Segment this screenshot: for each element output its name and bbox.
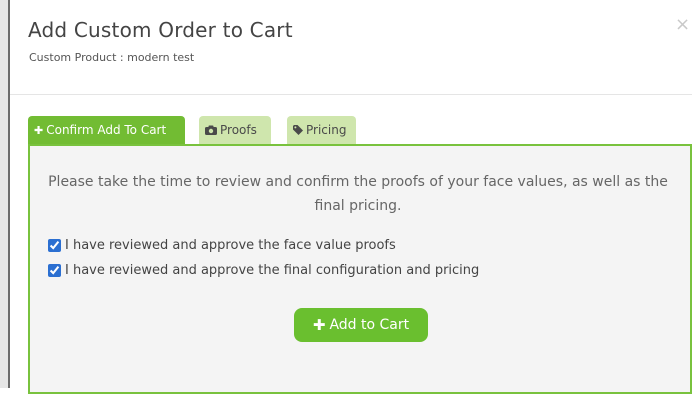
tab-label: Proofs (220, 123, 257, 137)
approve-pricing-label: I have reviewed and approve the final co… (65, 263, 480, 278)
add-to-cart-label: Add to Cart (329, 317, 410, 333)
tag-icon (293, 117, 303, 145)
approve-proofs-label: I have reviewed and approve the face val… (65, 238, 396, 253)
tab-proofs[interactable]: Proofs (199, 116, 271, 144)
approve-pricing-checkbox[interactable] (48, 264, 61, 277)
approve-proofs-checkbox[interactable] (48, 239, 61, 252)
tab-pricing[interactable]: Pricing (287, 116, 356, 144)
plus-icon: ✚ (312, 316, 326, 334)
review-message: Please take the time to review and confi… (48, 174, 668, 214)
modal-title: Add Custom Order to Cart (28, 18, 293, 42)
camera-icon (205, 117, 217, 145)
approve-proofs-row[interactable]: I have reviewed and approve the face val… (48, 238, 396, 253)
add-custom-order-modal: Add Custom Order to Cart Custom Product … (10, 0, 692, 394)
tab-label: Pricing (306, 123, 347, 137)
tab-label: Confirm Add To Cart (46, 123, 167, 137)
header-divider (10, 94, 692, 95)
close-icon[interactable]: × (675, 14, 690, 35)
background-edge (0, 0, 8, 388)
approve-pricing-row[interactable]: I have reviewed and approve the final co… (48, 263, 479, 278)
add-to-cart-button[interactable]: ✚ Add to Cart (294, 308, 428, 342)
plus-icon: ✚ (34, 124, 44, 137)
tab-confirm-add-to-cart[interactable]: ✚ Confirm Add To Cart (28, 116, 185, 145)
confirm-panel: Please take the time to review and confi… (28, 144, 692, 394)
modal-subtitle: Custom Product : modern test (29, 51, 195, 64)
